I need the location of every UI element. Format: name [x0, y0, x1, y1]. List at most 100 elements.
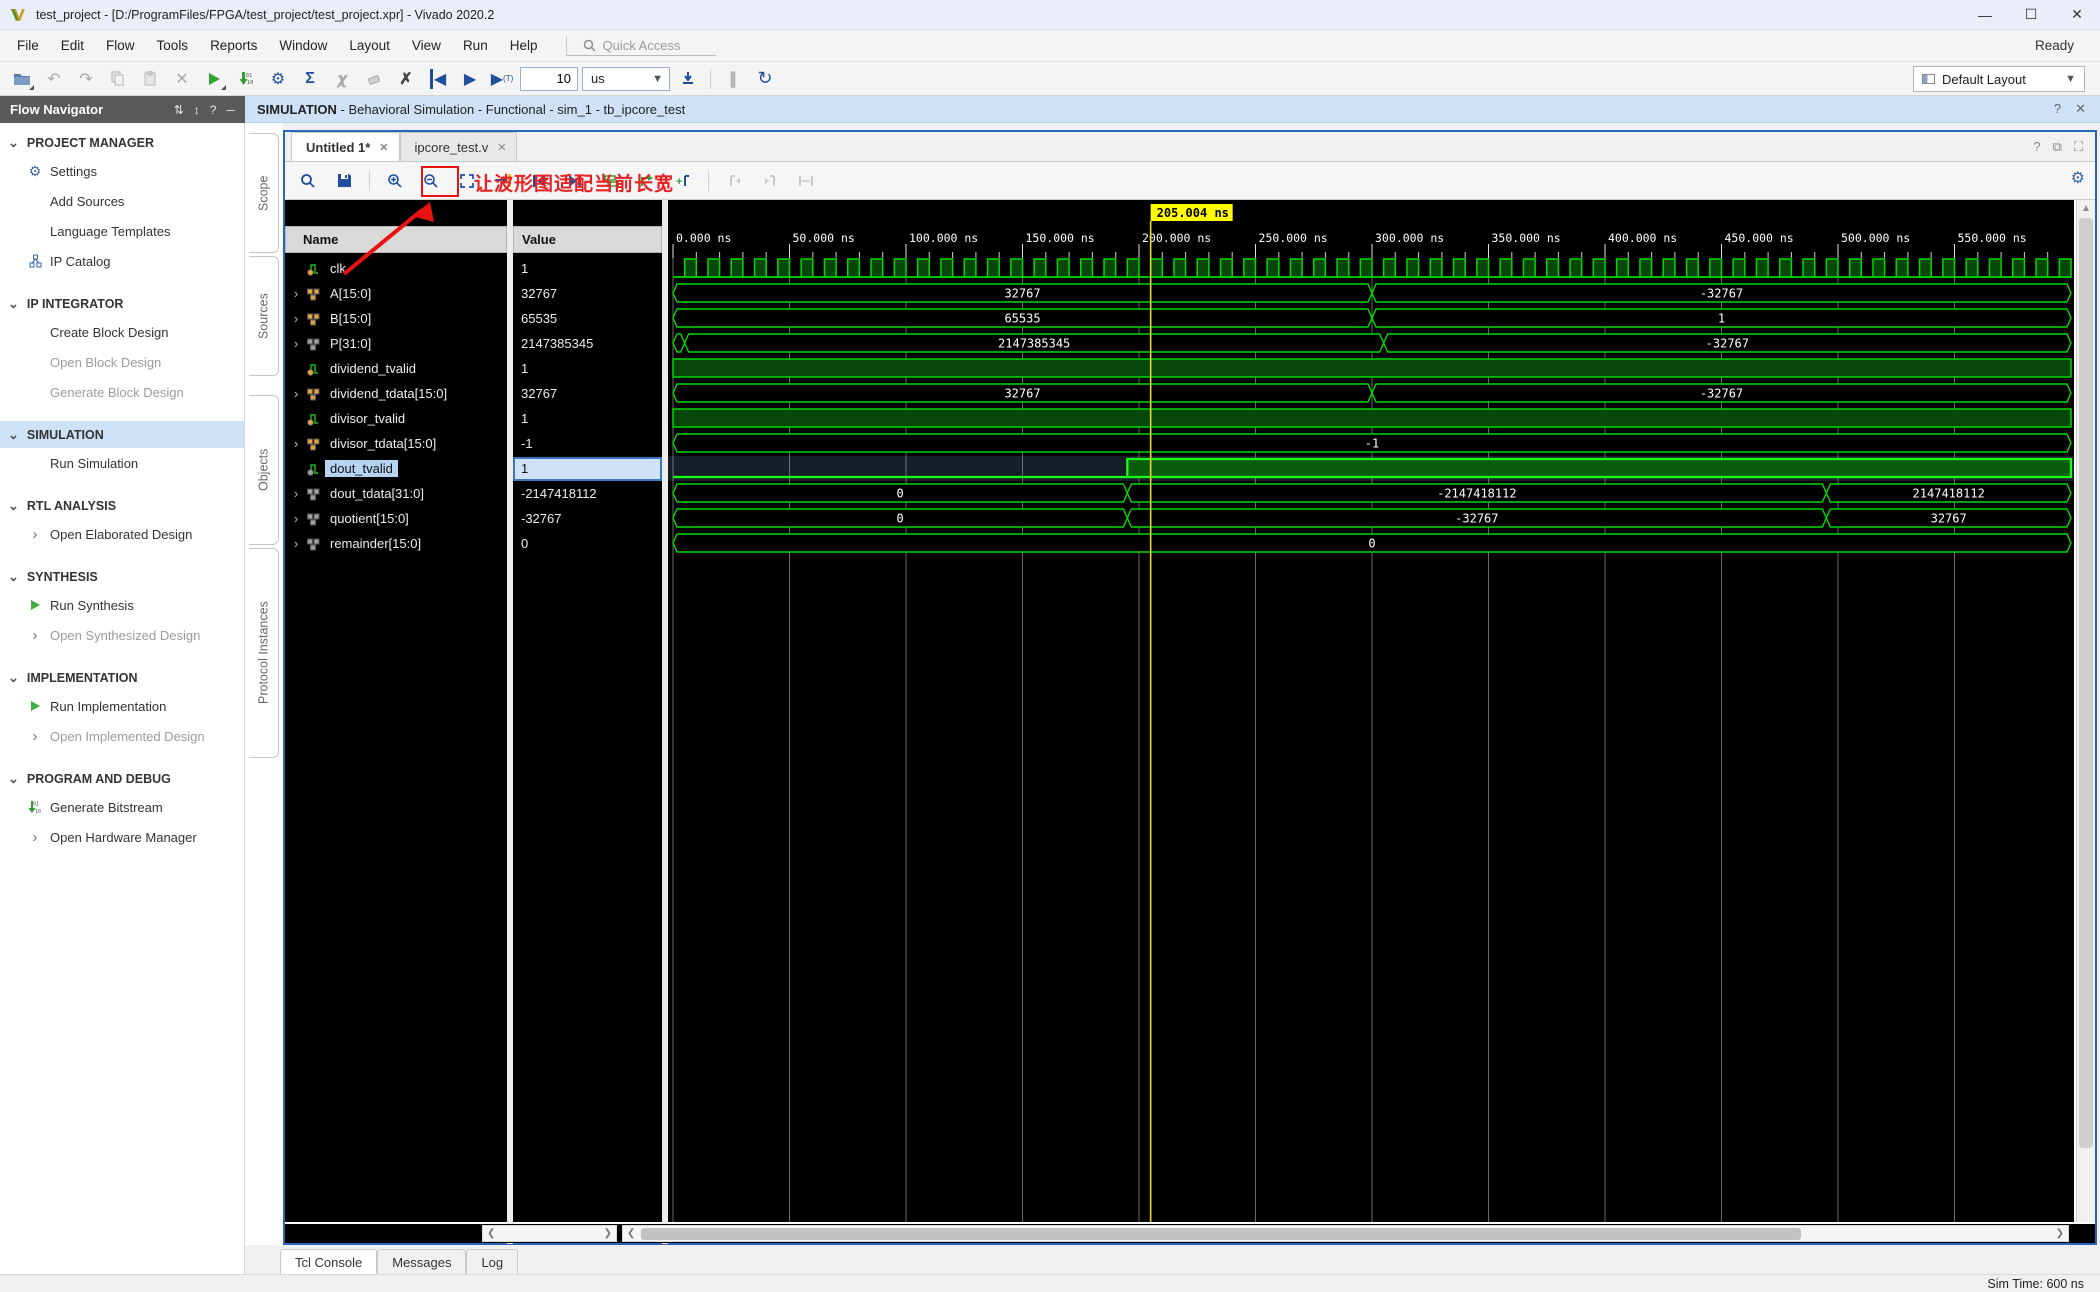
console-tab-tcl-console[interactable]: Tcl Console	[280, 1249, 378, 1274]
quick-access-search[interactable]: Quick Access	[566, 35, 717, 56]
help-icon[interactable]: ?	[210, 103, 217, 117]
kill-simulation-icon[interactable]: ✗	[392, 66, 420, 92]
help-icon[interactable]: ?	[2054, 101, 2061, 117]
signal-row-divisor_tdata150[interactable]: › divisor_tdata[15:0]	[285, 431, 507, 456]
expand-chevron-icon[interactable]: ›	[290, 336, 302, 351]
signal-value-dividend_tvalid[interactable]: 1	[513, 356, 662, 381]
minimize-button[interactable]: —	[1962, 0, 2008, 29]
sidebar-item-generate-bitstream[interactable]: 01 10 Generate Bitstream	[0, 792, 244, 822]
sidebar-item-settings[interactable]: ⚙ Settings	[0, 156, 244, 186]
sidebar-item-run-simulation[interactable]: Run Simulation	[0, 448, 244, 478]
generate-bitstream-icon[interactable]: 01 10	[232, 66, 260, 92]
scroll-left-icon[interactable]: ❮	[623, 1228, 635, 1239]
sidebar-section-simulation[interactable]: ⌄ SIMULATION	[0, 421, 244, 448]
sidebar-section-implementation[interactable]: ⌄ IMPLEMENTATION	[0, 664, 244, 691]
sidebar-item-open-hardware-manager[interactable]: › Open Hardware Manager	[0, 822, 244, 852]
signal-value-P310[interactable]: 2147385345	[513, 331, 662, 356]
expand-all-icon[interactable]: ↕	[194, 103, 200, 117]
collapse-all-icon[interactable]: ⇅	[174, 103, 184, 117]
time-unit-dropdown[interactable]: us ▼	[582, 66, 670, 91]
side-tab-protocol-instances[interactable]: Protocol Instances	[249, 548, 279, 758]
scroll-up-icon[interactable]: ▲	[2077, 200, 2095, 214]
signal-value-clk[interactable]: 1	[513, 256, 662, 281]
signal-value-remainder150[interactable]: 0	[513, 531, 662, 556]
close-tab-icon[interactable]: ✕	[497, 141, 506, 154]
signal-value-divisor_tdata150[interactable]: -1	[513, 431, 662, 456]
zoom-in-icon[interactable]	[380, 167, 410, 195]
layout-selector[interactable]: Default Layout ▼	[1913, 66, 2085, 92]
expand-chevron-icon[interactable]: ›	[290, 511, 302, 526]
sidebar-section-program-and-debug[interactable]: ⌄ PROGRAM AND DEBUG	[0, 765, 244, 792]
waveform-settings-gear-icon[interactable]: ⚙	[2071, 168, 2085, 188]
sidebar-item-run-implementation[interactable]: Run Implementation	[0, 691, 244, 721]
expand-chevron-icon[interactable]: ›	[290, 486, 302, 501]
waveform-canvas-area[interactable]: 0.000 ns 50.000 ns 100.000 ns 150.000 ns 200…	[668, 200, 2074, 1222]
menu-item-window[interactable]: Window	[268, 33, 338, 58]
sidebar-item-open-elaborated-design[interactable]: › Open Elaborated Design	[0, 519, 244, 549]
menu-item-file[interactable]: File	[6, 33, 50, 58]
close-tab-icon[interactable]: ✕	[379, 141, 388, 154]
signal-value-dout_tvalid[interactable]: 1	[513, 456, 662, 481]
sidebar-section-rtl-analysis[interactable]: ⌄ RTL ANALYSIS	[0, 492, 244, 519]
relaunch-icon[interactable]: ↻	[751, 66, 779, 92]
redo-icon[interactable]: ↷	[72, 66, 100, 92]
console-tab-log[interactable]: Log	[466, 1249, 519, 1274]
sidebar-item-add-sources[interactable]: Add Sources	[0, 186, 244, 216]
close-button[interactable]: ✕	[2054, 0, 2100, 29]
console-tab-messages[interactable]: Messages	[377, 1249, 467, 1274]
float-window-icon[interactable]: ⧉	[2053, 139, 2062, 155]
waveform-hscrollbar[interactable]: ❮ ❯	[622, 1225, 2069, 1242]
editor-tab-untitled-1-[interactable]: Untitled 1* ✕	[291, 132, 400, 161]
menu-item-edit[interactable]: Edit	[50, 33, 95, 58]
expand-chevron-icon[interactable]: ›	[290, 536, 302, 551]
name-column-header[interactable]: Name	[285, 226, 507, 253]
menu-item-help[interactable]: Help	[499, 33, 549, 58]
menu-item-flow[interactable]: Flow	[95, 33, 146, 58]
find-icon[interactable]	[293, 167, 323, 195]
sidebar-section-ip-integrator[interactable]: ⌄ IP INTEGRATOR	[0, 290, 244, 317]
copy-icon[interactable]	[104, 66, 132, 92]
signal-row-remainder150[interactable]: › remainder[15:0]	[285, 531, 507, 556]
signal-row-dividend_tvalid[interactable]: ›dividend_tvalid	[285, 356, 507, 381]
sidebar-section-synthesis[interactable]: ⌄ SYNTHESIS	[0, 563, 244, 590]
side-tab-objects[interactable]: Objects	[249, 395, 279, 545]
undo-icon[interactable]: ↶	[40, 66, 68, 92]
value-column-header[interactable]: Value	[513, 226, 662, 253]
scroll-right-icon[interactable]: ❯	[2056, 1228, 2068, 1239]
signal-row-P310[interactable]: › P[31:0]	[285, 331, 507, 356]
side-tab-sources[interactable]: Sources	[249, 256, 279, 376]
run-icon[interactable]	[200, 66, 228, 92]
editor-tab-ipcore-test-v[interactable]: ipcore_test.v ✕	[399, 132, 518, 161]
step-icon[interactable]	[674, 66, 702, 92]
scroll-left-icon[interactable]: ❮	[483, 1228, 495, 1239]
expand-chevron-icon[interactable]: ›	[290, 436, 302, 451]
menu-item-view[interactable]: View	[401, 33, 452, 58]
run-time-input[interactable]	[520, 66, 578, 91]
waveform-vertical-scrollbar[interactable]: ▲	[2076, 200, 2095, 1222]
sidebar-item-language-templates[interactable]: Language Templates	[0, 216, 244, 246]
sidebar-item-ip-catalog[interactable]: IP Catalog	[0, 246, 244, 276]
sidebar-item-run-synthesis[interactable]: Run Synthesis	[0, 590, 244, 620]
help-icon[interactable]: ?	[2033, 139, 2040, 155]
maximize-panel-icon[interactable]: ⛶	[2074, 139, 2083, 155]
menu-item-run[interactable]: Run	[452, 33, 499, 58]
side-tab-scope[interactable]: Scope	[249, 133, 279, 253]
maximize-button[interactable]: ☐	[2008, 0, 2054, 29]
restart-simulation-icon[interactable]: ◀	[424, 66, 452, 92]
waveform-canvas[interactable]: 0.000 ns 50.000 ns 100.000 ns 150.000 ns 200…	[668, 200, 2074, 1222]
close-banner-icon[interactable]: ✕	[2075, 101, 2086, 117]
open-project-icon[interactable]	[8, 66, 36, 92]
signal-value-divisor_tvalid[interactable]: 1	[513, 406, 662, 431]
signal-row-dout_tdata310[interactable]: › dout_tdata[31:0]	[285, 481, 507, 506]
menu-item-reports[interactable]: Reports	[199, 33, 268, 58]
paste-icon[interactable]	[136, 66, 164, 92]
settings-gear-icon[interactable]: ⚙	[264, 66, 292, 92]
delete-icon[interactable]: ✕	[168, 66, 196, 92]
signal-row-divisor_tvalid[interactable]: ›divisor_tvalid	[285, 406, 507, 431]
signal-row-dividend_tdata150[interactable]: › dividend_tdata[15:0]	[285, 381, 507, 406]
expand-chevron-icon[interactable]: ›	[290, 286, 302, 301]
signal-value-quotient150[interactable]: -32767	[513, 506, 662, 531]
menu-item-layout[interactable]: Layout	[338, 33, 401, 58]
signal-value-A150[interactable]: 32767	[513, 281, 662, 306]
minimize-panel-icon[interactable]: ─	[226, 103, 235, 117]
